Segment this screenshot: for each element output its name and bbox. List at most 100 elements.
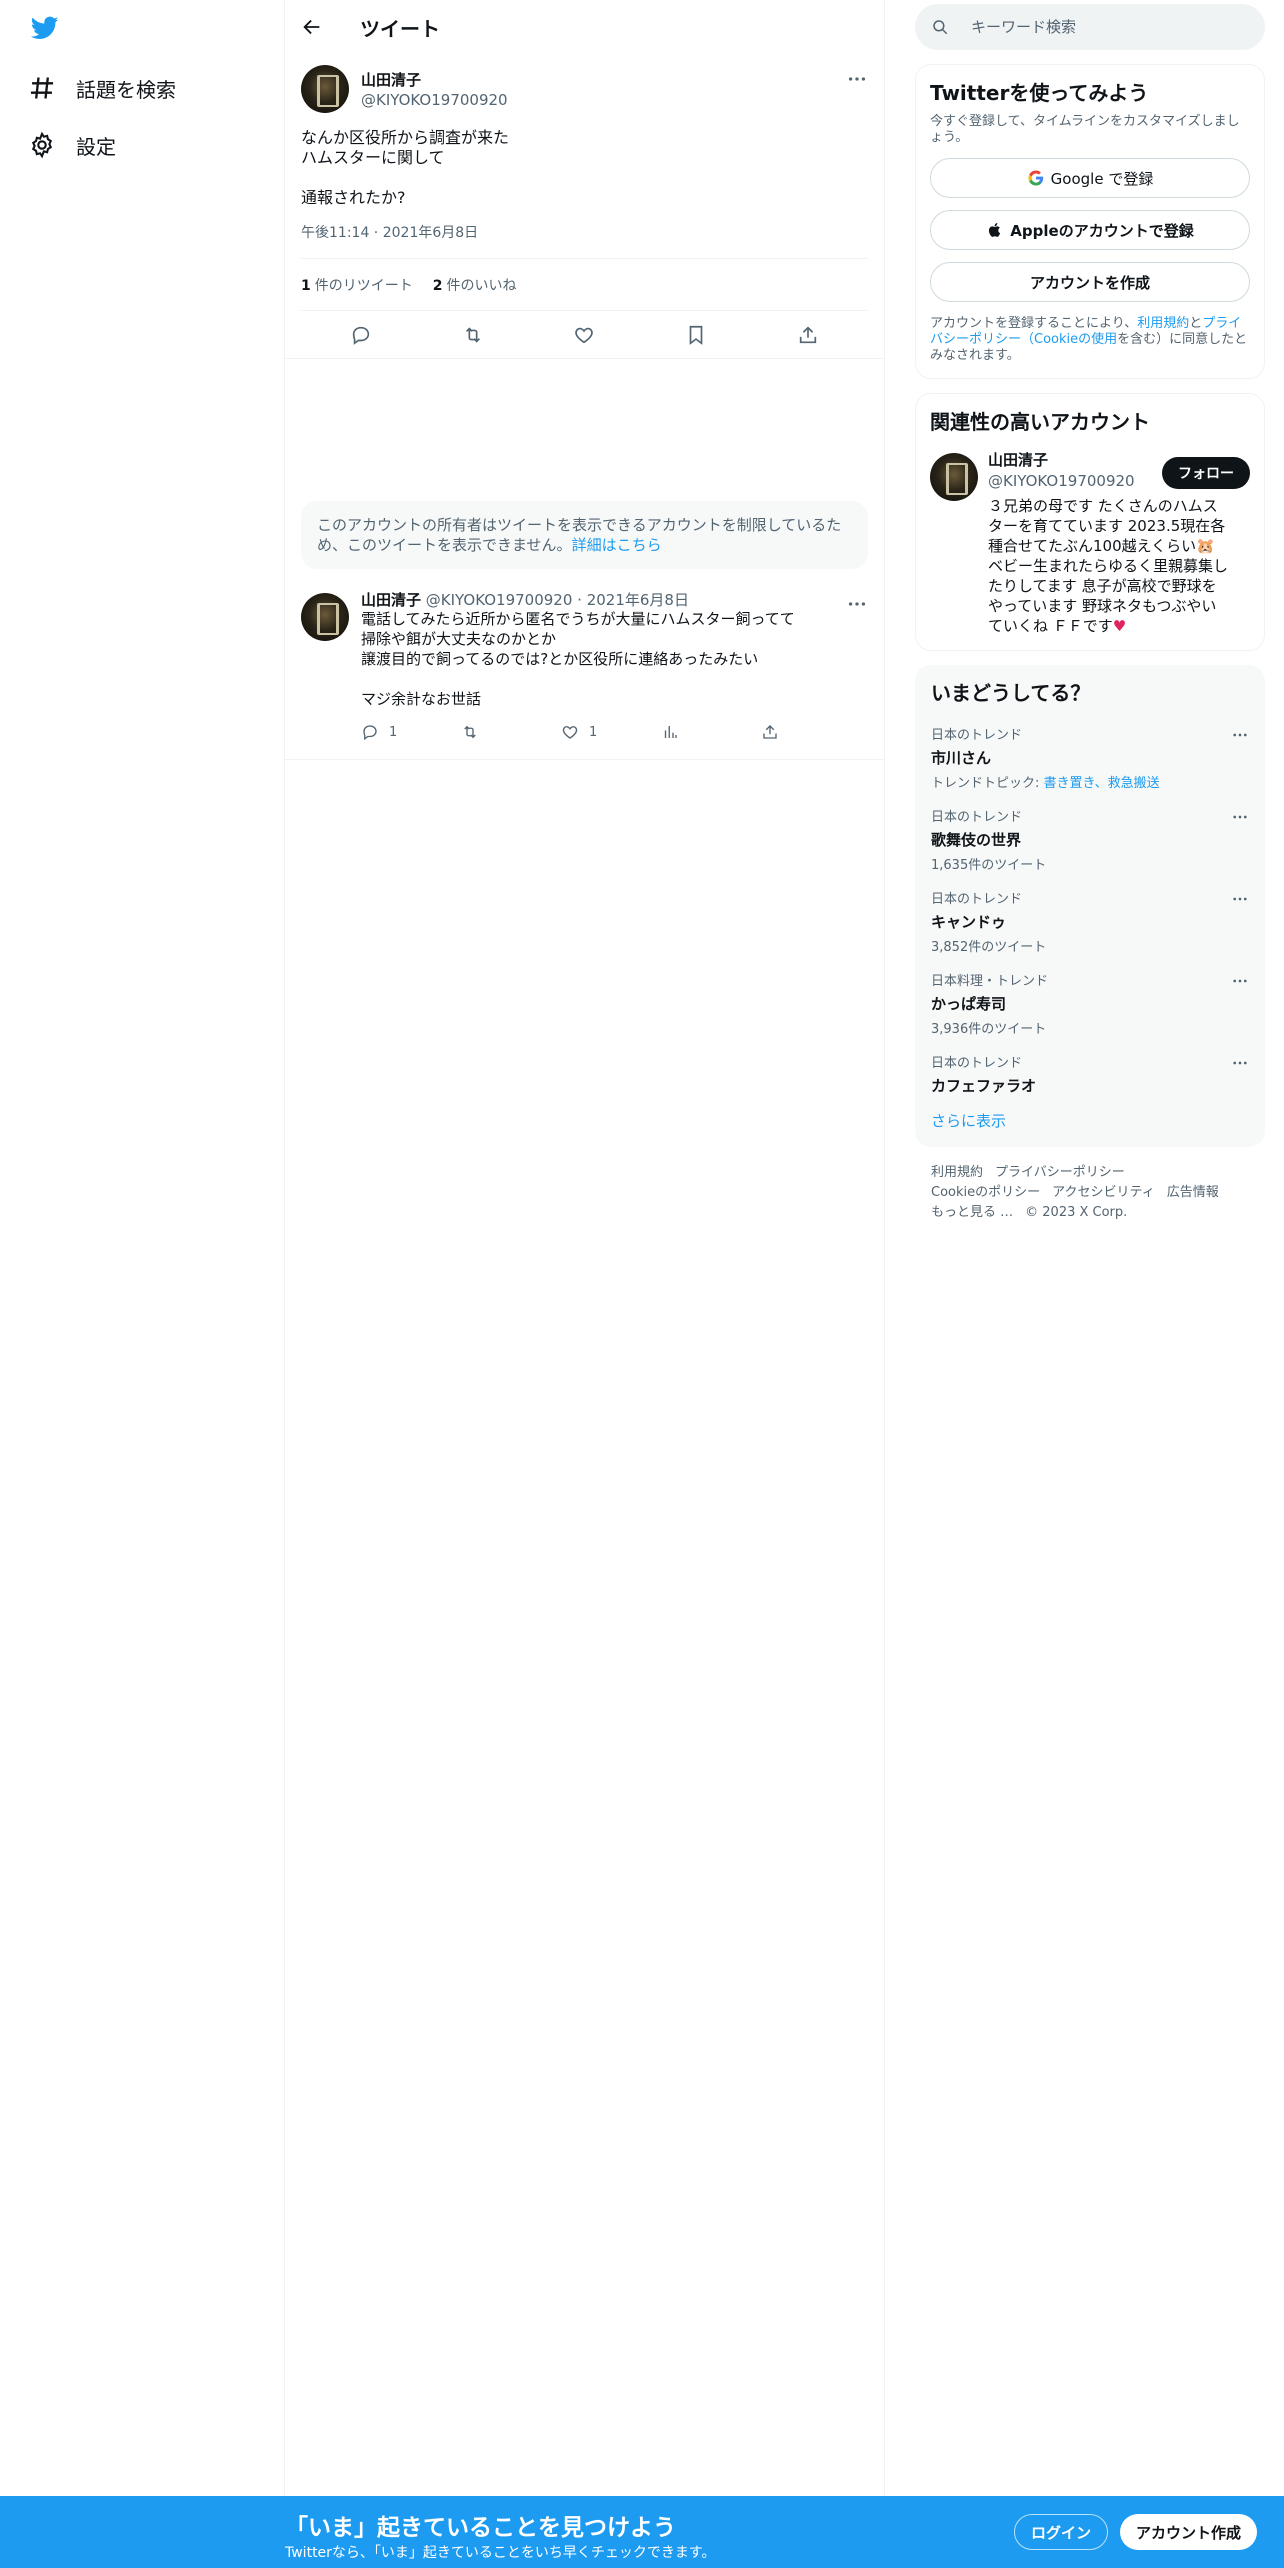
google-signup-button[interactable]: Google で登録	[930, 158, 1250, 198]
avatar[interactable]	[930, 453, 978, 501]
google-icon	[1028, 170, 1043, 186]
tweet-author: 山田清子 @KIYOKO19700920	[301, 64, 868, 114]
tweet-timestamp: 午後11:14 · 2021年6月8日	[301, 222, 868, 259]
right-sidebar: Twitterを使ってみよう 今すぐ登録して、タイムラインをカスタマイズしましょ…	[915, 0, 1265, 1223]
footer-more-link[interactable]: もっと見る …	[931, 1205, 1013, 1220]
bottom-banner: 「いま」起きていることを見つけよう Twitterなら、「いま」起きていることを…	[0, 2496, 1284, 2568]
legal-and: と	[1189, 316, 1203, 331]
banner-title: 「いま」起きていることを見つけよう	[285, 2515, 676, 2541]
trend-item[interactable]: 日本料理・トレンド かっぱ寿司 3,936件のツイート	[915, 958, 1265, 1040]
more-icon[interactable]	[1231, 1054, 1249, 1072]
banner-subtitle: Twitterなら、「いま」起きていることをいち早くチェックできます。	[285, 2545, 716, 2561]
author-name[interactable]: 山田清子	[361, 69, 508, 90]
back-arrow-icon[interactable]	[301, 16, 323, 38]
nav-settings[interactable]: 設定	[28, 125, 116, 165]
avatar[interactable]	[301, 593, 349, 641]
tweet-text: なんか区役所から調査が来た ハムスターに関して 通報されたか?	[301, 128, 510, 207]
share-icon	[763, 725, 777, 739]
reply-button[interactable]: 1	[361, 723, 461, 741]
trend-item[interactable]: 日本のトレンド カフェファラオ	[915, 1040, 1265, 1110]
related-account[interactable]: 山田清子 @KIYOKO19700920 ３兄弟の母です たくさんのハムスターを…	[930, 449, 1250, 636]
bookmark-icon[interactable]	[685, 324, 707, 346]
like-count: 1	[589, 724, 598, 740]
footer-accessibility-link[interactable]: アクセシビリティ	[1052, 1185, 1155, 1200]
reply-author-handle[interactable]: @KIYOKO19700920	[426, 591, 573, 609]
footer-terms-link[interactable]: 利用規約	[931, 1165, 983, 1180]
views-button[interactable]	[661, 723, 761, 741]
tweet-actions	[285, 311, 884, 359]
trend-category: 日本のトレンド	[931, 810, 1023, 825]
terms-link[interactable]: 利用規約	[1137, 316, 1189, 331]
more-icon[interactable]	[846, 68, 868, 90]
related-bio: ３兄弟の母です たくさんのハムスターを育てています 2023.5現在各種合せてた…	[988, 496, 1228, 636]
search-box[interactable]	[915, 4, 1265, 50]
reply-date[interactable]: 2021年6月8日	[587, 591, 689, 609]
trend-topics-prefix: トレンドトピック:	[931, 776, 1044, 791]
trend-name: カフェファラオ	[931, 1077, 1037, 1095]
trend-topics: トレンドトピック: 書き置き、救急搬送	[931, 772, 1249, 791]
search-icon	[933, 20, 948, 35]
bar-chart-icon	[664, 726, 677, 738]
signup-card: Twitterを使ってみよう 今すぐ登録して、タイムラインをカスタマイズしましょ…	[915, 64, 1265, 379]
tweet-date[interactable]: 2021年6月8日	[383, 225, 478, 241]
restricted-notice: このアカウントの所有者はツイートを表示できるアカウントを制限しているため、このツ…	[301, 501, 868, 569]
trend-name: かっぱ寿司	[931, 995, 1007, 1013]
like-count-link[interactable]: 2 件のいいね	[433, 275, 517, 295]
trend-category: 日本のトレンド	[931, 892, 1023, 907]
author-handle[interactable]: @KIYOKO19700920	[361, 91, 508, 109]
trend-item[interactable]: 日本のトレンド 歌舞伎の世界 1,635件のツイート	[915, 794, 1265, 876]
reply-count: 1	[389, 724, 398, 740]
trend-count: 1,635件のツイート	[931, 858, 1047, 873]
avatar[interactable]	[301, 65, 349, 113]
create-account-button[interactable]: アカウントを作成	[930, 262, 1250, 302]
like-count: 2	[432, 277, 443, 294]
footer: 利用規約 プライバシーポリシー Cookieのポリシー アクセシビリティ 広告情報 も…	[915, 1147, 1265, 1223]
main-column: ツイート 山田清子 @KIYOKO19700920 なんか区役所から調査が来た …	[285, 0, 885, 2568]
share-icon[interactable]	[797, 324, 819, 346]
trend-topic-links[interactable]: 書き置き、救急搬送	[1044, 776, 1160, 791]
trend-name: 歌舞伎の世界	[931, 831, 1022, 849]
reply-icon[interactable]	[350, 324, 372, 346]
reply-author-name[interactable]: 山田清子	[361, 591, 421, 609]
retweet-count-link[interactable]: 1 件のリツイート	[301, 275, 413, 295]
trend-name: キャンドゥ	[931, 913, 1007, 931]
apple-signup-button[interactable]: Appleのアカウントで登録	[930, 210, 1250, 250]
show-more-link[interactable]: さらに表示	[915, 1110, 1265, 1131]
footer-ads-link[interactable]: 広告情報	[1167, 1185, 1219, 1200]
twitter-logo-icon[interactable]	[28, 14, 64, 44]
trend-count: 3,936件のツイート	[931, 1022, 1047, 1037]
footer-privacy-link[interactable]: プライバシーポリシー	[995, 1165, 1125, 1180]
reply-tweet[interactable]: 山田清子 @KIYOKO19700920 · 2021年6月8日 電話してみたら…	[285, 587, 884, 760]
retweet-icon[interactable]	[462, 324, 484, 346]
login-button[interactable]: ログイン	[1014, 2514, 1109, 2550]
create-account-label: アカウントを作成	[1029, 273, 1150, 292]
retweet-button[interactable]	[461, 723, 561, 741]
share-button[interactable]	[761, 723, 861, 741]
footer-cookie-link[interactable]: Cookieのポリシー	[931, 1185, 1040, 1200]
follow-button[interactable]: フォロー	[1162, 457, 1250, 489]
reply-text: 電話してみたら近所から匿名でうちが大量にハムスター飼ってて 掃除や餌が大丈夫なの…	[361, 610, 795, 708]
signup-button[interactable]: アカウント作成	[1120, 2514, 1258, 2550]
more-icon[interactable]	[1231, 726, 1249, 744]
nav-explore[interactable]: 話題を検索	[28, 68, 176, 108]
trend-category: 日本のトレンド	[931, 1056, 1023, 1071]
retweet-icon	[464, 725, 476, 739]
search-input[interactable]	[971, 18, 1231, 36]
learn-more-link[interactable]: 詳細はこちら	[572, 536, 662, 554]
tweet-time[interactable]: 午後11:14	[301, 225, 369, 241]
trend-item[interactable]: 日本のトレンド 市川さん トレンドトピック: 書き置き、救急搬送	[915, 712, 1265, 794]
like-button[interactable]: 1	[561, 723, 661, 741]
more-icon[interactable]	[846, 593, 868, 615]
like-icon[interactable]	[573, 324, 595, 346]
trends-card: いまどうしてる？ 日本のトレンド 市川さん トレンドトピック: 書き置き、救急搬…	[915, 665, 1265, 1147]
more-icon[interactable]	[1231, 808, 1249, 826]
more-icon[interactable]	[1231, 972, 1249, 990]
retweet-count-label: 件のリツイート	[314, 277, 413, 294]
signup-legal: アカウントを登録することにより、利用規約とプライバシーポリシー（Cookieの使…	[930, 316, 1250, 364]
trend-count: 3,852件のツイート	[931, 940, 1047, 955]
more-icon[interactable]	[1231, 890, 1249, 908]
gear-icon	[31, 131, 53, 159]
trend-category: 日本料理・トレンド	[931, 974, 1049, 989]
trend-item[interactable]: 日本のトレンド キャンドゥ 3,852件のツイート	[915, 876, 1265, 958]
tweet-stats: 1 件のリツイート 2 件のいいね	[301, 259, 868, 311]
